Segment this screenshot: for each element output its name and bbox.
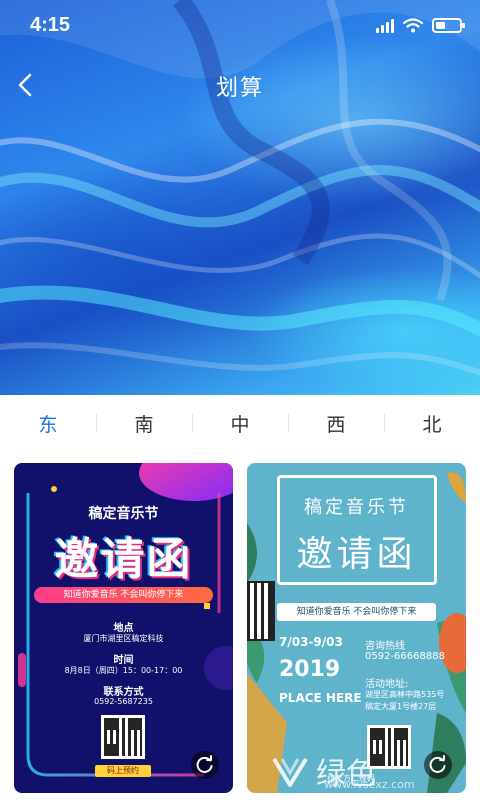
hero-banner: 4:15 划算: [0, 0, 480, 395]
phone-text: 0592-5687235: [94, 697, 153, 706]
card-tagline: 知道你爱音乐 不会叫你停下来: [34, 587, 213, 603]
status-icons: [376, 18, 465, 33]
card-title: 邀请函: [54, 534, 193, 585]
address-line-1: 湖里区高林中路535号: [365, 690, 445, 699]
tab-east[interactable]: 东: [0, 395, 96, 451]
event-dates: 7/03-9/03: [279, 635, 343, 649]
tab-west[interactable]: 西: [288, 395, 384, 451]
event-place: PLACE HERE: [279, 691, 362, 705]
address-line-2: 稿定大厦1号楼27层: [365, 702, 437, 711]
refresh-icon: [429, 755, 446, 773]
nav-bar: 划算: [0, 60, 480, 110]
tab-south[interactable]: 南: [96, 395, 192, 451]
tab-north[interactable]: 北: [384, 395, 480, 451]
card-subtitle: 稿定音乐节: [304, 497, 409, 518]
contact-heading: 联系方式: [103, 687, 144, 698]
status-time: 4:15: [30, 14, 71, 36]
page-title: 划算: [215, 76, 264, 101]
event-year: 2019: [279, 657, 341, 682]
battery-icon: [432, 18, 465, 33]
address-heading: 活动地址:: [365, 679, 409, 690]
qr-code: [101, 715, 145, 759]
location-heading: 地点: [113, 623, 134, 634]
card-tagline: 知道你爱音乐 不会叫你停下来: [277, 603, 436, 621]
template-card[interactable]: 稿定音乐节 邀请函 知道你爱音乐 不会叫你停下来 地点 厦门市湖里区稿定科技 时…: [14, 463, 233, 793]
card-title: 邀请函: [296, 534, 417, 575]
region-tabs: 东 南 中 西 北: [0, 395, 480, 451]
template-card[interactable]: 稿定音乐节 邀请函 知道你爱音乐 不会叫你停下来 7/03-9/03 2019 …: [247, 463, 466, 793]
hotline-heading: 咨询热线: [365, 641, 405, 652]
time-heading: 时间: [113, 655, 134, 666]
watermark: 绿色 www.lvsexz.com: [270, 748, 415, 794]
tab-center[interactable]: 中: [192, 395, 288, 451]
signal-icon: [376, 18, 394, 33]
card-subtitle: 稿定音乐节: [88, 506, 159, 522]
refresh-button[interactable]: [424, 751, 452, 779]
wifi-icon: [403, 18, 423, 33]
watermark-logo-icon: [272, 757, 308, 787]
hotline-number: 0592-66668888: [365, 651, 445, 662]
status-bar: 4:15: [0, 0, 480, 56]
watermark-url: www.lvsexz.com: [324, 778, 415, 791]
time-text: 8月8日（周四）15：00-17：00: [64, 666, 183, 675]
reserve-label: 码上预约: [95, 765, 151, 777]
refresh-icon: [196, 755, 213, 773]
refresh-button[interactable]: [191, 751, 219, 779]
location-text: 厦门市湖里区稿定科技: [83, 634, 164, 643]
